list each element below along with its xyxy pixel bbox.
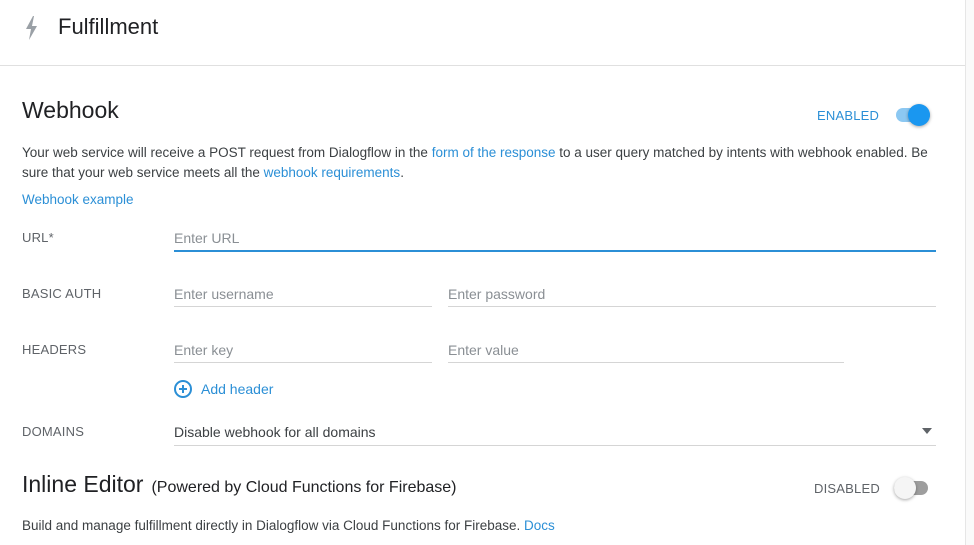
header-value-input[interactable] [448, 337, 844, 363]
webhook-title: Webhook [22, 97, 119, 123]
headers-label: HEADERS [22, 342, 87, 357]
bolt-icon [26, 16, 37, 40]
add-header-button[interactable]: Add header [174, 378, 273, 400]
header-key-input[interactable] [174, 337, 432, 363]
inline-editor-description: Build and manage fulfillment directly in… [22, 516, 942, 536]
page-header: Fulfillment [0, 0, 974, 66]
add-header-label: Add header [201, 381, 274, 397]
domains-selected-value: Disable webhook for all domains [174, 424, 376, 440]
basic-auth-label: BASIC AUTH [22, 286, 102, 301]
docs-link[interactable]: Docs [524, 518, 555, 533]
dropdown-arrow-icon [922, 428, 932, 434]
webhook-status-label: ENABLED [817, 108, 880, 123]
desc-text-3: . [400, 165, 404, 180]
inline-editor-title: Inline Editor (Powered by Cloud Functions… [22, 471, 457, 498]
webhook-requirements-link[interactable]: webhook requirements [264, 165, 401, 180]
inline-editor-desc-text: Build and manage fulfillment directly in… [22, 518, 524, 533]
username-input[interactable] [174, 281, 432, 307]
scrollbar[interactable] [965, 0, 974, 545]
webhook-description: Your web service will receive a POST req… [22, 143, 942, 183]
inline-editor-status-label: DISABLED [814, 481, 880, 496]
inline-editor-title-text: Inline Editor [22, 471, 144, 497]
domains-select[interactable]: Disable webhook for all domains [174, 421, 936, 446]
url-label: URL* [22, 230, 54, 245]
toggle-thumb [908, 104, 930, 126]
desc-text-1: Your web service will receive a POST req… [22, 145, 432, 160]
add-circle-icon [174, 380, 192, 398]
inline-editor-toggle[interactable] [894, 477, 928, 499]
page-title: Fulfillment [58, 14, 159, 39]
domains-label: DOMAINS [22, 424, 85, 439]
toggle-thumb [894, 477, 916, 499]
webhook-toggle[interactable] [896, 104, 930, 126]
webhook-example-link[interactable]: Webhook example [22, 192, 134, 207]
form-of-response-link[interactable]: form of the response [432, 145, 556, 160]
password-input[interactable] [448, 281, 936, 307]
inline-editor-subtitle: (Powered by Cloud Functions for Firebase… [151, 479, 457, 496]
url-input[interactable] [174, 225, 936, 252]
